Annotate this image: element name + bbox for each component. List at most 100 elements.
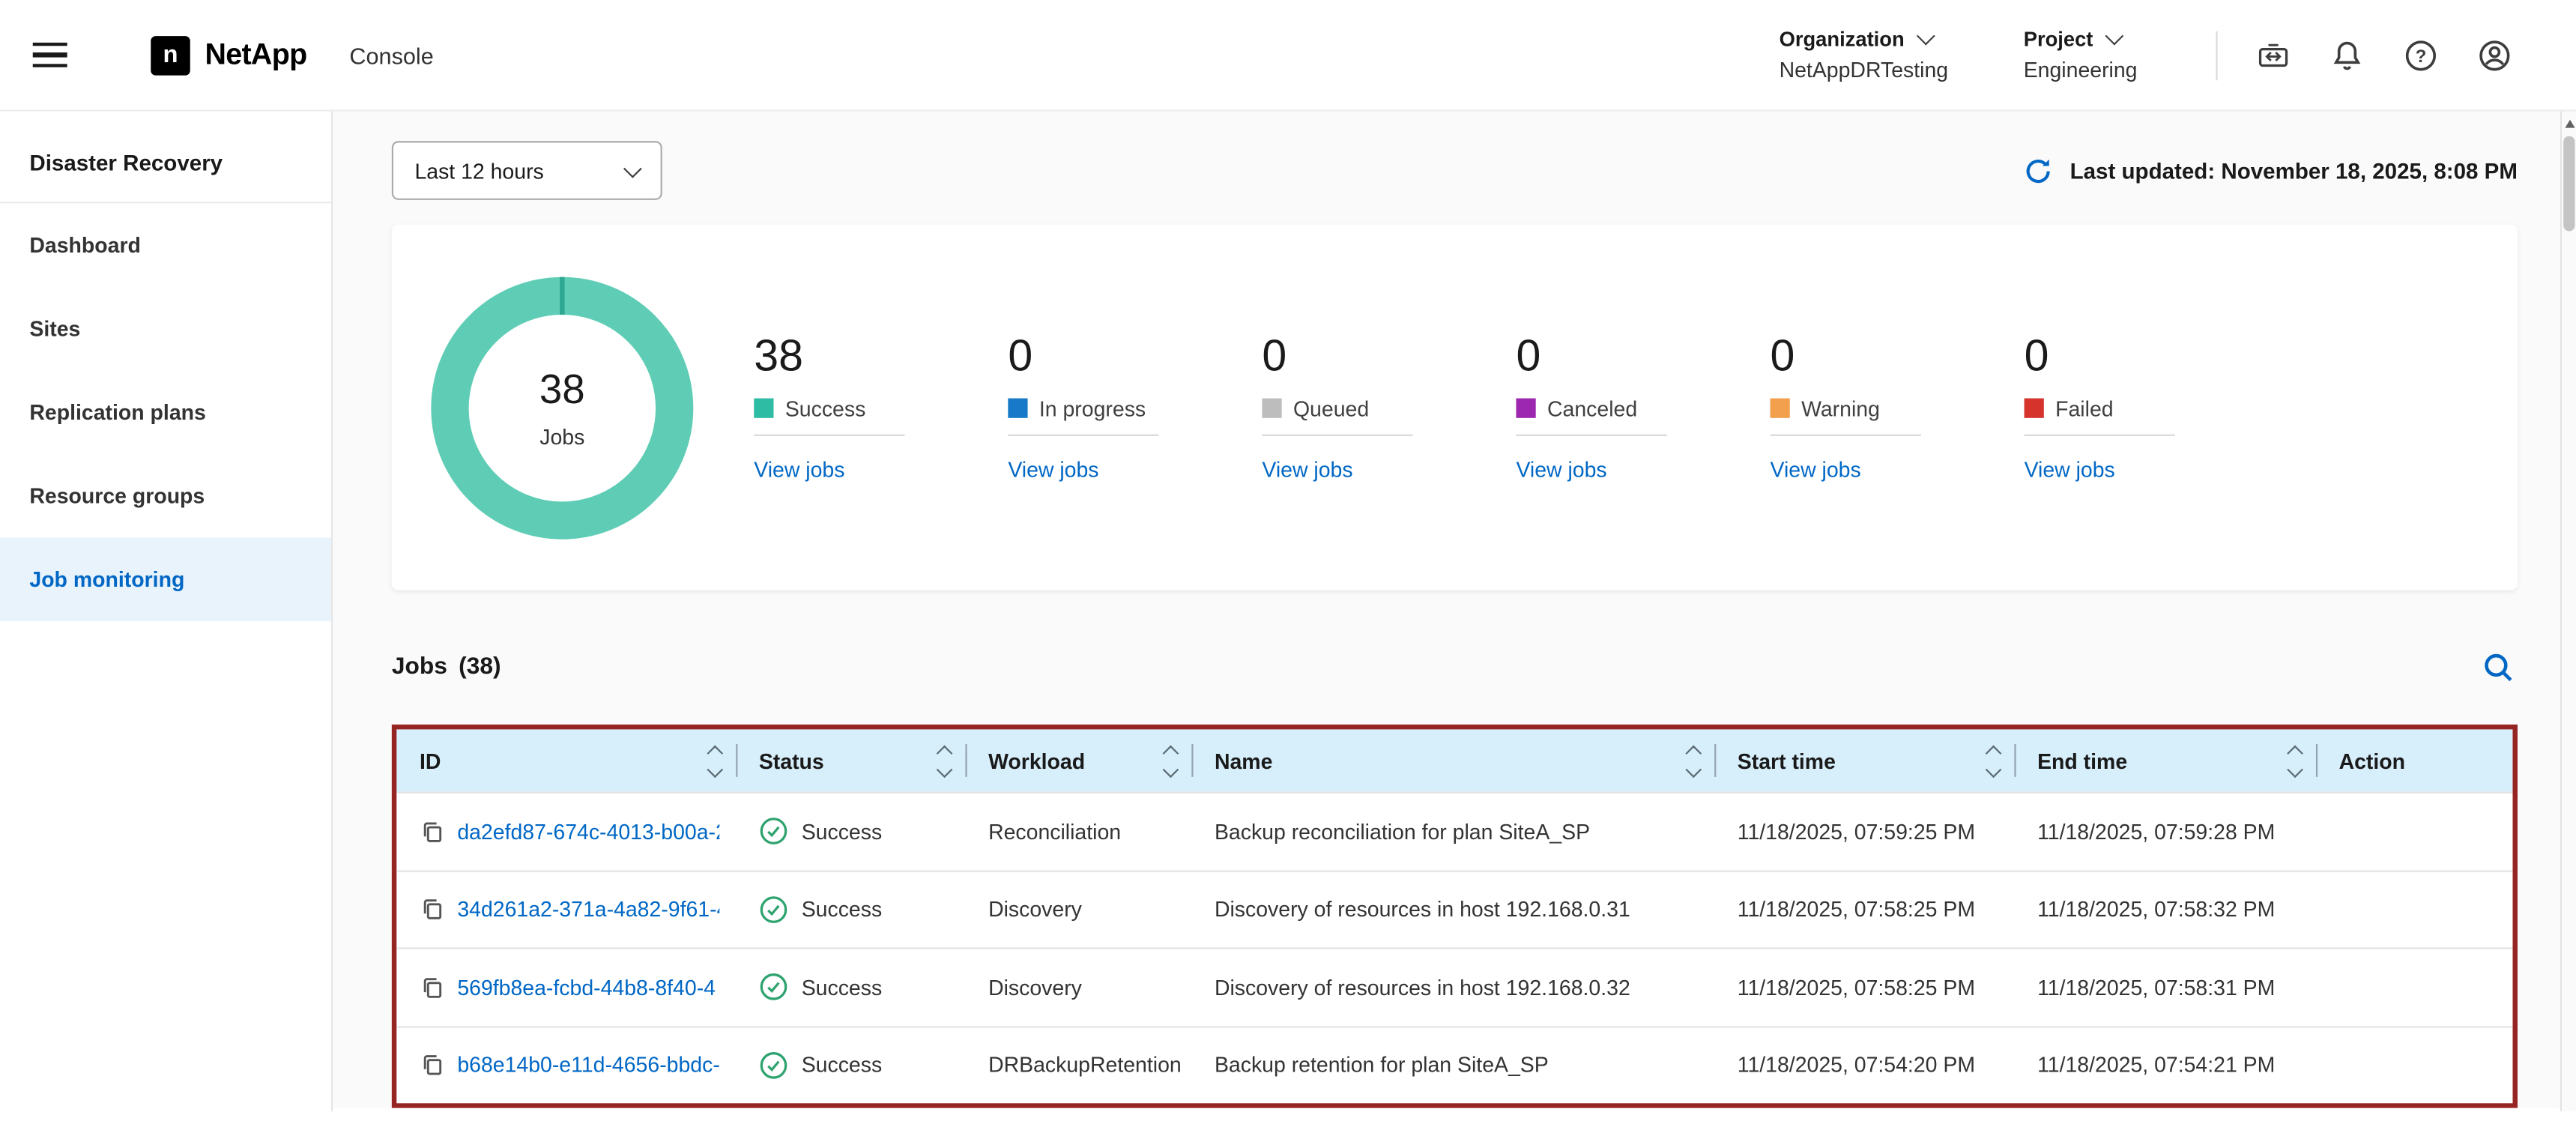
refresh-icon[interactable] [2022,154,2055,187]
vertical-scrollbar[interactable] [2560,112,2576,1111]
svg-text:?: ? [2416,46,2427,66]
page-body: Disaster Recovery Dashboard Sites Replic… [0,112,2576,1111]
scroll-up-arrow-icon[interactable] [2564,120,2574,128]
sidebar-item-resource-groups[interactable]: Resource groups [0,454,331,538]
stat-failed: 0 Failed View jobs [2025,330,2279,485]
sort-icon [938,748,949,774]
view-jobs-link[interactable]: View jobs [1771,456,1861,481]
success-check-icon [759,973,788,1002]
netapp-logo[interactable]: n NetApp [151,35,306,75]
column-header-id[interactable]: ID [396,729,736,791]
menu-icon[interactable] [33,37,76,73]
stat-queued: 0 Queued View jobs [1262,330,1516,485]
stat-label: Canceled [1547,396,1637,420]
view-jobs-link[interactable]: View jobs [754,456,844,481]
job-name: Discovery of resources in host 192.168.0… [1191,949,1714,1026]
sort-icon [1164,748,1175,774]
sidebar-title: Disaster Recovery [0,112,331,204]
sidebar-item-job-monitoring[interactable]: Job monitoring [0,538,331,622]
job-action [2316,794,2513,870]
view-jobs-link[interactable]: View jobs [1262,456,1352,481]
jobs-title: Jobs [392,654,447,680]
success-swatch [754,399,773,418]
stat-count: 38 [754,330,1008,381]
view-jobs-link[interactable]: View jobs [2025,456,2115,481]
sidebar-item-replication-plans[interactable]: Replication plans [0,370,331,454]
sidebar-item-sites[interactable]: Sites [0,287,331,371]
stat-label: In progress [1039,396,1146,420]
notifications-icon[interactable] [2321,28,2374,81]
stat-success: 38 Success View jobs [754,330,1008,485]
help-icon[interactable]: ? [2395,28,2447,81]
sort-icon [709,748,719,774]
canceled-swatch [1516,399,1535,418]
jobs-donut-chart: 38 Jobs [431,277,693,539]
app-title: Console [349,42,433,68]
job-status: Success [802,1053,882,1078]
column-header-workload[interactable]: Workload [965,729,1191,791]
chevron-down-icon [1917,27,1935,46]
chevron-down-icon [623,160,642,178]
donut-total: 38 [539,366,585,414]
project-selector[interactable]: Project Engineering [2024,28,2138,82]
column-header-action: Action [2316,729,2513,791]
job-end-time: 11/18/2025, 07:59:28 PM [2014,794,2316,870]
toolbar-row: Last 12 hours Last updated: November 18,… [392,141,2518,200]
stat-count: 0 [1516,330,1770,381]
job-workload: DRBackupRetention [965,1027,1191,1103]
time-range-select[interactable]: Last 12 hours [392,141,662,200]
time-range-value: Last 12 hours [414,158,543,183]
copy-icon[interactable] [420,819,444,844]
copy-icon[interactable] [420,1053,444,1078]
job-workload: Reconciliation [965,794,1191,870]
job-action [2316,1027,2513,1103]
account-icon[interactable] [2468,28,2521,81]
success-check-icon [759,895,788,924]
view-jobs-link[interactable]: View jobs [1008,456,1098,481]
organization-selector[interactable]: Organization NetAppDRTesting [1780,28,1949,82]
copy-icon[interactable] [420,897,444,922]
success-check-icon [759,1051,788,1080]
column-header-name[interactable]: Name [1191,729,1714,791]
job-id-link[interactable]: 569fb8ea-fcbd-44b8-8f40-4 [457,975,716,1000]
status-stats: 38 Success View jobs 0 In progress View … [754,330,2278,485]
content-below [333,1108,2576,1121]
job-name: Backup retention for plan SiteA_SP [1191,1027,1714,1103]
job-name: Backup reconciliation for plan SiteA_SP [1191,794,1714,870]
job-id-link[interactable]: da2efd87-674c-4013-b00a-2 [457,819,719,844]
job-end-time: 11/18/2025, 07:54:21 PM [2014,1027,2316,1103]
stat-count: 0 [1008,330,1262,381]
view-jobs-link[interactable]: View jobs [1516,456,1606,481]
connector-icon[interactable] [2247,28,2300,81]
failed-swatch [2025,399,2044,418]
column-header-status[interactable]: Status [736,729,965,791]
column-header-end-time[interactable]: End time [2014,729,2316,791]
organization-label: Organization [1780,28,1905,51]
search-icon[interactable] [2479,647,2518,687]
stat-label: Failed [2055,396,2113,420]
copy-icon[interactable] [420,975,444,1000]
job-id-link[interactable]: 34d261a2-371a-4a82-9f61-4 [457,897,719,922]
chevron-down-icon [2105,27,2124,46]
project-label: Project [2024,28,2093,51]
job-end-time: 11/18/2025, 07:58:32 PM [2014,871,2316,948]
sidebar-item-dashboard[interactable]: Dashboard [0,203,331,287]
job-status: Success [802,819,882,844]
jobs-summary-card: 38 Jobs 38 Success View jobs 0 In progre… [392,225,2518,590]
scrollbar-thumb[interactable] [2563,136,2575,232]
stat-label: Queued [1293,396,1369,420]
job-start-time: 11/18/2025, 07:58:25 PM [1714,949,2014,1026]
donut-label: Jobs [539,423,584,448]
stat-count: 0 [1262,330,1516,381]
success-check-icon [759,817,788,846]
last-updated: Last updated: November 18, 2025, 8:08 PM [2022,154,2518,187]
stat-canceled: 0 Canceled View jobs [1516,330,1770,485]
warning-swatch [1771,399,1790,418]
column-header-start-time[interactable]: Start time [1714,729,2014,791]
topbar-divider [2216,30,2218,79]
organization-value: NetAppDRTesting [1780,58,1949,82]
netapp-console-app: n NetApp Console Organization NetAppDRTe… [0,0,2576,1111]
job-id-link[interactable]: b68e14b0-e11d-4656-bbdc- [457,1053,719,1078]
table-row: 34d261a2-371a-4a82-9f61-4 Success Discov… [396,869,2512,947]
stat-count: 0 [1771,330,2025,381]
